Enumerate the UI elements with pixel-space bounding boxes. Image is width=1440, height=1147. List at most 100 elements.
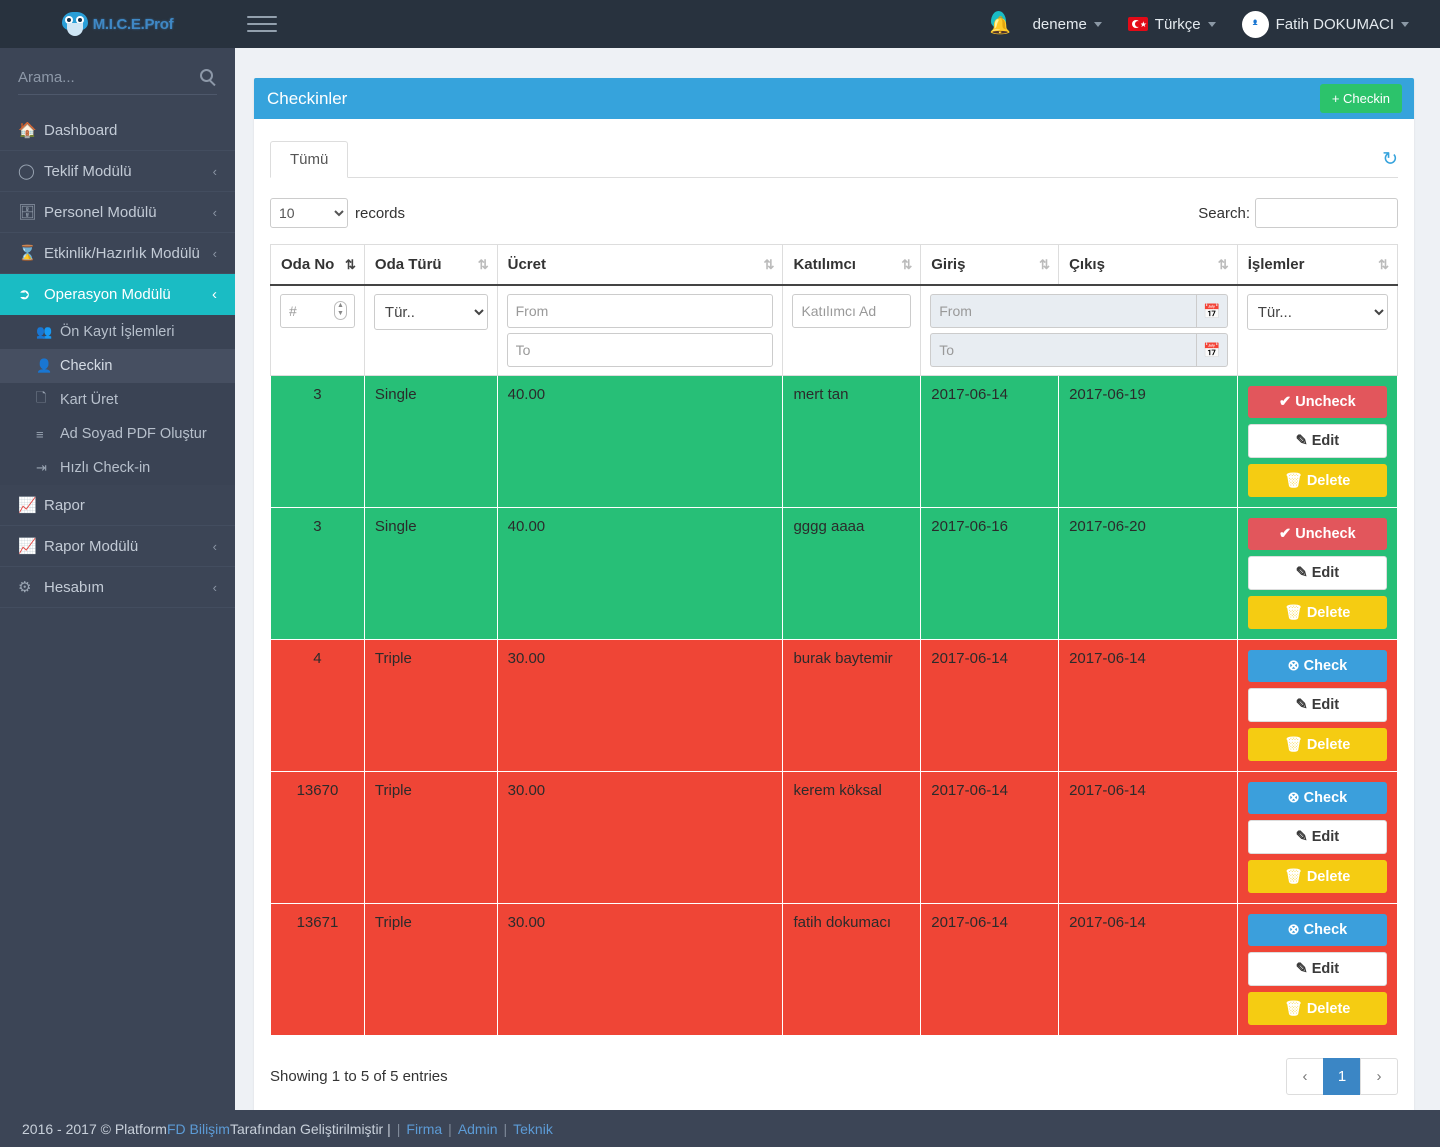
footer-link-firma[interactable]: Firma: [406, 1121, 442, 1137]
cell-oda-no: 13671: [270, 903, 365, 1036]
sidebar-item-checkin[interactable]: 👤 Checkin: [0, 349, 235, 383]
column-header-giris[interactable]: Giriş ⇅: [920, 244, 1060, 286]
footer-company-link[interactable]: FD Bilişim: [167, 1121, 230, 1137]
filter-cell-oda-turu: Tür.. Single Double Triple: [363, 284, 498, 376]
cell-oda-no: 3: [270, 375, 365, 508]
cell-giris: 2017-06-14: [920, 375, 1060, 508]
sidebar-item-hesabim[interactable]: ⚙ Hesabım ‹: [0, 567, 235, 608]
chart-icon: 📈: [18, 497, 37, 514]
sidebar-item-rapor[interactable]: 📈 Rapor: [0, 485, 235, 526]
column-header-islemler[interactable]: İşlemler ⇅: [1236, 244, 1399, 286]
sort-icon[interactable]: ⇅: [901, 257, 912, 273]
footer-text-after: Tarafından Geliştirilmiştir |: [229, 1120, 391, 1137]
cell-cikis: 2017-06-20: [1058, 507, 1238, 640]
footer-separator: |: [448, 1120, 452, 1137]
sidebar-item-ad-soyad-pdf-olustur[interactable]: ≡ Ad Soyad PDF Oluştur: [0, 417, 235, 451]
table-search: Search:: [1198, 198, 1398, 228]
column-header-cikis[interactable]: Çıkış ⇅: [1058, 244, 1238, 286]
sidebar-item-dashboard[interactable]: 🏠 Dashboard: [0, 110, 235, 151]
button-label: Edit: [1311, 433, 1340, 449]
number-stepper-icon[interactable]: ▲ ▼: [333, 301, 347, 320]
language-dropdown[interactable]: ★ Türkçe: [1115, 0, 1229, 48]
pagination-next[interactable]: ›: [1360, 1057, 1398, 1095]
sort-icon[interactable]: ⇅: [764, 257, 775, 273]
edit-button[interactable]: ✎ Edit: [1247, 952, 1387, 986]
sort-icon[interactable]: ⇅: [478, 257, 489, 273]
sort-icon[interactable]: ⇅: [1378, 257, 1389, 273]
search-icon[interactable]: [200, 69, 213, 82]
search-input[interactable]: [18, 63, 217, 95]
sign-in-icon: ⇥: [36, 460, 47, 475]
sidebar-item-teklif-modulu[interactable]: ◯ Teklif Modülü ‹: [0, 151, 235, 192]
footer-link-teknik[interactable]: Teknik: [513, 1121, 553, 1137]
pagination-prev[interactable]: ‹: [1286, 1057, 1324, 1095]
cell-giris: 2017-06-14: [920, 771, 1060, 904]
delete-button[interactable]: 🗑 Delete: [1247, 860, 1387, 893]
uncheck-button[interactable]: ✔ Uncheck: [1247, 518, 1387, 550]
calendar-icon[interactable]: 📅: [1196, 294, 1228, 328]
delete-button[interactable]: 🗑 Delete: [1247, 728, 1387, 761]
user-dropdown[interactable]: 👤 Fatih DOKUMACI: [1229, 0, 1422, 48]
sort-desc-icon[interactable]: ⇅: [345, 257, 356, 273]
sidebar-subitem-label: Checkin: [60, 358, 113, 374]
button-label: Edit: [1311, 697, 1340, 713]
column-header-oda-turu[interactable]: Oda Türü ⇅: [363, 244, 498, 286]
check-button[interactable]: ⊗ Check: [1247, 914, 1387, 946]
sidebar-item-etkinlik-hazirlik-modulu[interactable]: ⌛ Etkinlik/Hazırlık Modülü ‹: [0, 233, 235, 274]
sidebar-subitem-label: Ön Kayıt İşlemleri: [60, 324, 175, 340]
cell-katilimci: fatih dokumacı: [782, 903, 922, 1036]
calendar-icon[interactable]: 📅: [1196, 333, 1228, 367]
edit-button[interactable]: ✎ Edit: [1247, 556, 1387, 590]
delete-button[interactable]: 🗑 Delete: [1247, 992, 1387, 1025]
sidebar-item-operasyon-modulu[interactable]: ➲ Operasyon Modülü ‹: [0, 274, 235, 315]
menu-toggle-icon[interactable]: [247, 11, 277, 37]
entries-info: Showing 1 to 5 of 5 entries: [270, 1067, 448, 1085]
filter-islemler-select[interactable]: Tür... Check Uncheck: [1246, 294, 1388, 330]
add-checkin-button[interactable]: + Checkin: [1319, 84, 1402, 113]
edit-button[interactable]: ✎ Edit: [1247, 688, 1387, 722]
sort-icon[interactable]: ⇅: [1218, 257, 1229, 273]
filter-ucret-from-input[interactable]: [506, 294, 774, 328]
delete-button[interactable]: 🗑 Delete: [1247, 596, 1387, 629]
button-label: Edit: [1311, 565, 1340, 581]
users-icon: 👥: [36, 324, 53, 339]
column-header-oda-no[interactable]: Oda No ⇅: [270, 244, 365, 286]
app-root: M.I.C.E.Prof 🔔 deneme ★ Türkçe 👤 Fatih D…: [0, 0, 1440, 1147]
sort-icon[interactable]: ⇅: [1039, 257, 1050, 273]
sidebar-item-on-kayit-islemleri[interactable]: 👥 Ön Kayıt İşlemleri: [0, 315, 235, 349]
delete-button[interactable]: 🗑 Delete: [1247, 464, 1387, 497]
sidebar-item-personel-modulu[interactable]: 🗄 Personel Modülü ‹: [0, 192, 235, 233]
uncheck-button[interactable]: ✔ Uncheck: [1247, 386, 1387, 418]
filter-giris-to-input[interactable]: [930, 333, 1197, 367]
filter-ucret-to-input[interactable]: [506, 333, 774, 367]
filter-katilimci-input[interactable]: [792, 294, 912, 328]
notification-bell-icon[interactable]: 🔔: [980, 0, 1020, 48]
button-label: Uncheck: [1295, 394, 1356, 410]
times-circle-icon: ⊗: [1287, 790, 1300, 806]
edit-button[interactable]: ✎ Edit: [1247, 820, 1387, 854]
table-row: 13670 Triple 30.00 kerem köksal 2017-06-14 20…: [270, 771, 1399, 904]
tenant-dropdown[interactable]: deneme: [1020, 0, 1115, 48]
brand-logo[interactable]: M.I.C.E.Prof: [0, 0, 235, 48]
sidebar-item-hizli-checkin[interactable]: ⇥ Hızlı Check-in: [0, 451, 235, 485]
column-header-ucret[interactable]: Ücret ⇅: [496, 244, 784, 286]
refresh-icon[interactable]: ↻: [1382, 148, 1398, 177]
filter-giris-from-input[interactable]: [930, 294, 1197, 328]
button-label: Check: [1303, 790, 1348, 806]
edit-button[interactable]: ✎ Edit: [1247, 424, 1387, 458]
filter-oda-turu-select[interactable]: Tür.. Single Double Triple: [373, 294, 488, 330]
tab-tumu[interactable]: Tümü: [270, 141, 349, 178]
footer-separator: |: [503, 1120, 508, 1137]
cell-ucret: 30.00: [496, 771, 784, 904]
column-header-katilimci[interactable]: Katılımcı ⇅: [782, 244, 922, 286]
check-button[interactable]: ⊗ Check: [1247, 650, 1387, 682]
table-search-input[interactable]: [1255, 198, 1398, 228]
pagination-page-1[interactable]: 1: [1323, 1057, 1361, 1095]
sidebar-item-rapor-modulu[interactable]: 📈 Rapor Modülü ‹: [0, 526, 235, 567]
chevron-left-icon: ‹: [212, 538, 217, 554]
check-button[interactable]: ⊗ Check: [1247, 782, 1387, 814]
page-length-select[interactable]: 10 25 50 100: [270, 198, 348, 228]
footer-link-admin[interactable]: Admin: [458, 1121, 498, 1137]
search-label: Search:: [1198, 204, 1250, 222]
sidebar-item-kart-uret[interactable]: 🗋 Kart Üret: [0, 383, 235, 417]
